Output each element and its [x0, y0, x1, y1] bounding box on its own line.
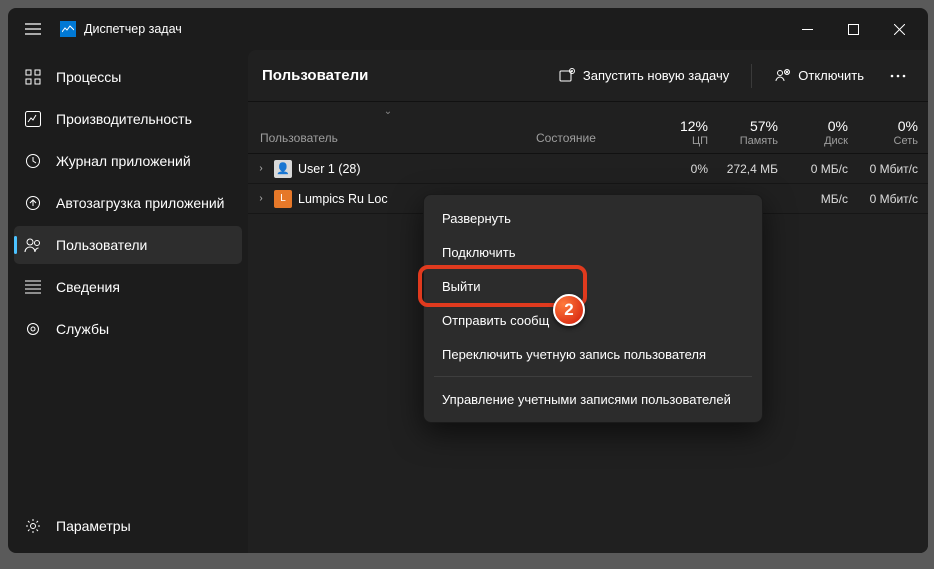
user-name: User 1 (28) — [298, 162, 361, 176]
sidebar-item-performance[interactable]: Производительность — [14, 100, 242, 138]
sidebar-item-label: Производительность — [56, 111, 192, 127]
sidebar-item-startup[interactable]: Автозагрузка приложений — [14, 184, 242, 222]
annotation-badge: 2 — [553, 294, 585, 326]
run-task-button[interactable]: Запустить новую задачу — [547, 59, 741, 93]
ctx-send-message[interactable]: Отправить сообщ — [424, 303, 762, 337]
startup-icon — [24, 194, 42, 212]
run-task-label: Запустить новую задачу — [583, 68, 729, 83]
task-manager-window: Диспетчер задач Процессы Производительно… — [8, 8, 928, 553]
window-controls — [784, 8, 922, 50]
sidebar-item-label: Журнал приложений — [56, 153, 191, 169]
column-cpu[interactable]: 12%ЦП — [648, 102, 718, 153]
column-user[interactable]: ⌄ Пользователь — [248, 102, 528, 153]
disconnect-label: Отключить — [798, 68, 864, 83]
sidebar-item-services[interactable]: Службы — [14, 310, 242, 348]
ctx-signout[interactable]: Выйти — [424, 269, 762, 303]
hamburger-button[interactable] — [14, 10, 52, 48]
disconnect-icon — [774, 68, 790, 84]
column-memory[interactable]: 57%Память — [718, 102, 788, 153]
column-disk[interactable]: 0%Диск — [788, 102, 858, 153]
details-icon — [24, 278, 42, 296]
grid-header: ⌄ Пользователь Состояние 12%ЦП 57%Память… — [248, 102, 928, 154]
table-row[interactable]: › 👤 User 1 (28) 0% 272,4 МБ 0 МБ/с 0 Мби… — [248, 154, 928, 184]
sidebar-item-label: Пользователи — [56, 237, 147, 253]
sidebar-item-label: Сведения — [56, 279, 120, 295]
history-icon — [24, 152, 42, 170]
column-state[interactable]: Состояние — [528, 102, 648, 153]
sidebar-item-label: Параметры — [56, 518, 131, 534]
close-button[interactable] — [876, 8, 922, 50]
more-button[interactable] — [882, 59, 914, 93]
context-menu: Развернуть Подключить Выйти Отправить со… — [423, 194, 763, 423]
sidebar-item-processes[interactable]: Процессы — [14, 58, 242, 96]
sidebar-item-details[interactable]: Сведения — [14, 268, 242, 306]
ctx-expand[interactable]: Развернуть — [424, 201, 762, 235]
ctx-connect[interactable]: Подключить — [424, 235, 762, 269]
titlebar: Диспетчер задач — [8, 8, 928, 50]
sidebar-item-users[interactable]: Пользователи — [14, 226, 242, 264]
user-name: Lumpics Ru Loc — [298, 192, 388, 206]
maximize-button[interactable] — [830, 8, 876, 50]
sidebar-item-history[interactable]: Журнал приложений — [14, 142, 242, 180]
column-network[interactable]: 0%Сеть — [858, 102, 928, 153]
performance-icon — [24, 110, 42, 128]
settings-icon — [24, 517, 42, 535]
sidebar-item-label: Процессы — [56, 69, 121, 85]
toolbar: Пользователи Запустить новую задачу Откл… — [248, 50, 928, 102]
app-icon — [60, 21, 76, 37]
ctx-manage-accounts[interactable]: Управление учетными записями пользовател… — [424, 382, 762, 416]
grid-icon — [24, 68, 42, 86]
chevron-right-icon[interactable]: › — [254, 193, 268, 204]
users-icon — [24, 236, 42, 254]
column-user-label: Пользователь — [260, 131, 338, 145]
user-avatar-icon: 👤 — [274, 160, 292, 178]
sidebar: Процессы Производительность Журнал прило… — [8, 50, 248, 553]
sidebar-item-label: Службы — [56, 321, 109, 337]
divider — [751, 64, 752, 88]
sidebar-item-settings[interactable]: Параметры — [14, 507, 242, 545]
disconnect-button[interactable]: Отключить — [762, 59, 876, 93]
gear-icon — [24, 320, 42, 338]
minimize-button[interactable] — [784, 8, 830, 50]
window-title: Диспетчер задач — [84, 22, 182, 36]
ctx-switch-user[interactable]: Переключить учетную запись пользователя — [424, 337, 762, 371]
sort-indicator-icon: ⌄ — [384, 106, 392, 117]
run-task-icon — [559, 68, 575, 84]
chevron-right-icon[interactable]: › — [254, 163, 268, 174]
user-avatar-icon: L — [274, 190, 292, 208]
separator — [434, 376, 752, 377]
sidebar-item-label: Автозагрузка приложений — [56, 195, 225, 211]
page-title: Пользователи — [262, 67, 368, 84]
more-icon — [890, 74, 906, 78]
